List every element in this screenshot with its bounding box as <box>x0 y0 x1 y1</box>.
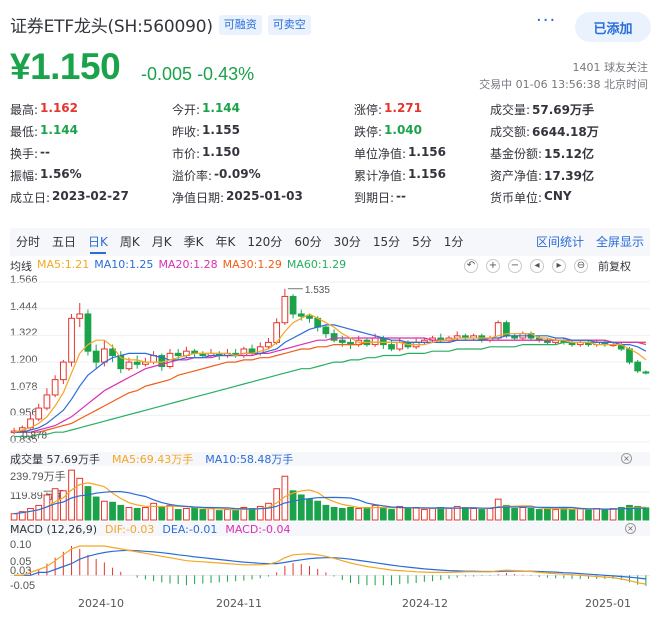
volume-bar <box>642 507 650 521</box>
volume-bar <box>601 509 609 521</box>
volume-bar <box>133 508 141 521</box>
volume-bar <box>142 506 149 521</box>
volume-bar <box>191 506 198 521</box>
volume-ma5-line <box>14 482 646 515</box>
volume-bar <box>544 508 551 521</box>
volume-ma10-line <box>14 491 646 515</box>
volume-bar <box>289 490 297 521</box>
candle <box>100 348 108 363</box>
candle <box>133 361 141 365</box>
candle <box>338 339 346 343</box>
volume-bar <box>511 508 518 521</box>
volume-bar <box>560 508 568 521</box>
volume-bar <box>166 504 174 521</box>
candle <box>322 326 330 335</box>
volume-bar <box>109 501 116 521</box>
volume-bar <box>576 508 584 521</box>
volume-bar <box>470 508 477 521</box>
volume-bar <box>100 500 108 521</box>
volume-bar <box>330 506 338 521</box>
candle <box>281 295 289 324</box>
ma30-line <box>14 339 646 433</box>
candle <box>306 315 313 319</box>
kline-chart[interactable]: 1.535 0.878 <box>0 0 662 620</box>
volume-bar <box>27 508 34 521</box>
volume-bar <box>174 509 182 521</box>
volume-bar <box>35 504 43 521</box>
volume-bar <box>125 506 133 521</box>
volume-bar <box>215 510 223 521</box>
candle <box>240 348 248 357</box>
ma20-line <box>14 337 647 433</box>
candle <box>371 337 379 346</box>
volume-bar <box>519 506 527 521</box>
volume-bar <box>10 513 18 521</box>
candle <box>59 361 67 381</box>
volume-bar <box>593 508 601 521</box>
candle <box>330 333 338 341</box>
volume-bar <box>429 508 436 521</box>
volume-bar <box>404 508 412 521</box>
ma60-line <box>14 341 646 438</box>
volume-bar <box>314 500 322 521</box>
volume-bar <box>535 509 543 521</box>
candle <box>642 371 650 374</box>
candle <box>76 313 84 319</box>
volume-bar <box>306 498 313 521</box>
volume-bar <box>232 510 240 521</box>
candle <box>43 394 51 409</box>
volume-bar <box>338 508 346 521</box>
volume-bar <box>494 498 502 521</box>
candle <box>51 379 59 396</box>
volume-bar <box>420 509 428 521</box>
volume-bar <box>363 506 371 521</box>
volume-bar <box>445 508 453 521</box>
volume-bar <box>527 508 535 521</box>
candle <box>174 352 182 357</box>
candle <box>125 361 133 370</box>
volume-bar <box>412 506 420 521</box>
volume-bar <box>609 508 617 521</box>
candle <box>68 317 75 363</box>
candle <box>84 313 92 352</box>
volume-bar <box>585 509 592 521</box>
volume-bar <box>199 509 207 521</box>
volume-bar <box>486 508 494 521</box>
volume-bar <box>158 505 166 521</box>
ma10-line <box>14 324 647 433</box>
volume-bar <box>92 496 100 521</box>
volume-bar <box>84 486 92 521</box>
volume-bar <box>224 509 231 521</box>
volume-bar <box>117 504 125 521</box>
volume-bar <box>379 508 387 521</box>
candle <box>626 348 633 363</box>
volume-bar <box>437 506 445 521</box>
candle <box>35 407 43 420</box>
candle <box>92 350 100 363</box>
dea-line <box>14 549 646 580</box>
candle <box>297 313 305 317</box>
volume-bar <box>462 506 469 521</box>
volume-bar <box>568 509 576 521</box>
volume-bar <box>552 509 560 521</box>
candle <box>289 295 297 315</box>
volume-bar <box>68 469 75 521</box>
candle <box>634 361 642 372</box>
volume-bar <box>207 508 215 521</box>
volume-bar <box>396 505 404 521</box>
volume-bar <box>322 504 330 521</box>
high-marker: 1.535 <box>305 285 330 296</box>
volume-bar <box>248 508 256 521</box>
volume-bar <box>388 509 395 521</box>
candle <box>388 344 395 350</box>
low-marker: 0.878 <box>22 430 47 441</box>
volume-bar <box>478 509 486 521</box>
volume-bar <box>347 506 354 521</box>
candle <box>265 341 272 348</box>
volume-bar <box>183 508 190 521</box>
volume-bar <box>355 508 363 521</box>
ma5-line <box>13 313 647 433</box>
volume-bar <box>297 494 305 521</box>
